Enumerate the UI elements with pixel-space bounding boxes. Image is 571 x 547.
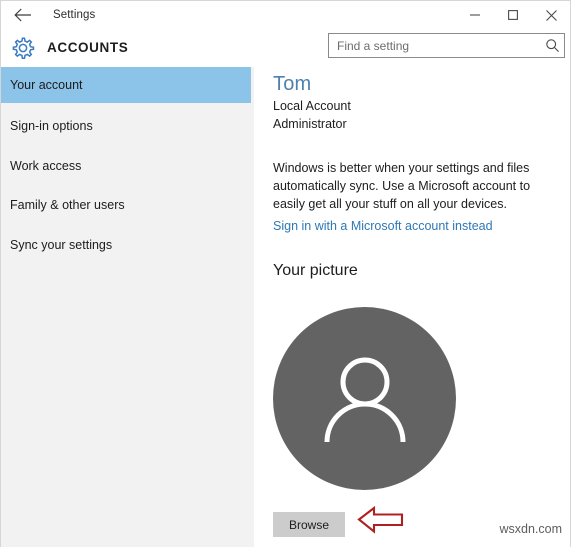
page-title: ACCOUNTS (47, 40, 128, 55)
gear-icon (10, 35, 36, 61)
search-box[interactable] (328, 33, 565, 58)
account-name: Tom (273, 73, 311, 96)
your-picture-heading: Your picture (273, 262, 358, 280)
sign-in-microsoft-account-link[interactable]: Sign in with a Microsoft account instead (273, 219, 493, 233)
sidebar-item-label: Your account (10, 78, 83, 92)
sidebar-item-label: Sign-in options (10, 119, 93, 133)
window-title: Settings (53, 9, 95, 21)
sidebar-item-sync-your-settings[interactable]: Sync your settings (1, 227, 251, 263)
maximize-icon[interactable] (494, 1, 532, 29)
sidebar: Your account Sign-in options Work access… (1, 67, 254, 547)
red-left-arrow-icon (357, 504, 405, 536)
title-bar: Settings (1, 1, 570, 29)
search-input[interactable] (329, 34, 540, 57)
sidebar-item-your-account[interactable]: Your account (1, 67, 251, 103)
sidebar-item-sign-in-options[interactable]: Sign-in options (1, 108, 251, 144)
search-icon[interactable] (540, 34, 564, 57)
sidebar-item-label: Work access (10, 159, 81, 173)
sidebar-item-work-access[interactable]: Work access (1, 148, 251, 184)
sync-description: Windows is better when your settings and… (273, 159, 557, 213)
sidebar-item-family-other-users[interactable]: Family & other users (1, 187, 251, 223)
sidebar-item-label: Sync your settings (10, 238, 112, 252)
account-type: Local Account (273, 99, 351, 113)
sidebar-item-label: Family & other users (10, 198, 125, 212)
watermark: wsxdn.com (499, 522, 562, 536)
settings-window: Settings (0, 0, 571, 547)
main-content: Tom Local Account Administrator Windows … (254, 67, 570, 547)
browse-button[interactable]: Browse (273, 512, 345, 537)
close-icon[interactable] (532, 1, 570, 29)
account-role: Administrator (273, 117, 347, 131)
avatar (273, 307, 456, 490)
window-controls (456, 1, 570, 29)
back-arrow-icon[interactable] (1, 1, 45, 29)
minimize-icon[interactable] (456, 1, 494, 29)
person-avatar-icon (310, 344, 420, 454)
